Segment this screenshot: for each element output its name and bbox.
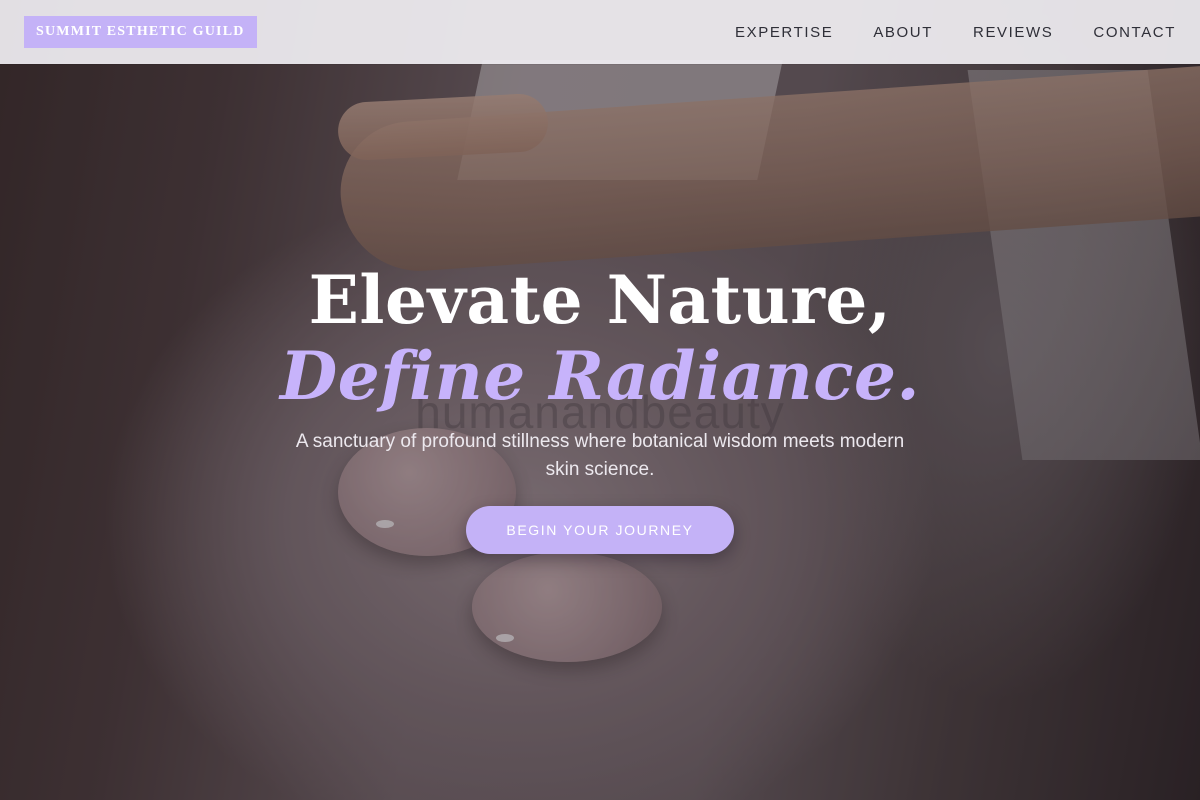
hero-headline-line-1: Elevate Nature,: [308, 261, 892, 339]
nav-link-contact[interactable]: CONTACT: [1093, 24, 1176, 41]
nav-link-reviews[interactable]: REVIEWS: [973, 24, 1053, 41]
logo-link[interactable]: SUMMIT ESTHETIC GUILD: [24, 16, 257, 48]
hero-section: Elevate Nature, Define Radiance. A sanct…: [0, 262, 1200, 554]
hero-headline: Elevate Nature, Define Radiance.: [0, 262, 1200, 414]
site-header: SUMMIT ESTHETIC GUILD EXPERTISE ABOUT RE…: [0, 0, 1200, 64]
nav-link-about[interactable]: ABOUT: [873, 24, 933, 41]
main-nav: EXPERTISE ABOUT REVIEWS CONTACT: [735, 0, 1176, 64]
begin-journey-button[interactable]: BEGIN YOUR JOURNEY: [466, 506, 734, 554]
hero-subtitle: A sanctuary of profound stillness where …: [295, 431, 905, 480]
page: SUMMIT ESTHETIC GUILD EXPERTISE ABOUT RE…: [0, 0, 1200, 800]
nav-link-expertise[interactable]: EXPERTISE: [735, 24, 833, 41]
hero-headline-line-2: Define Radiance.: [280, 337, 920, 415]
